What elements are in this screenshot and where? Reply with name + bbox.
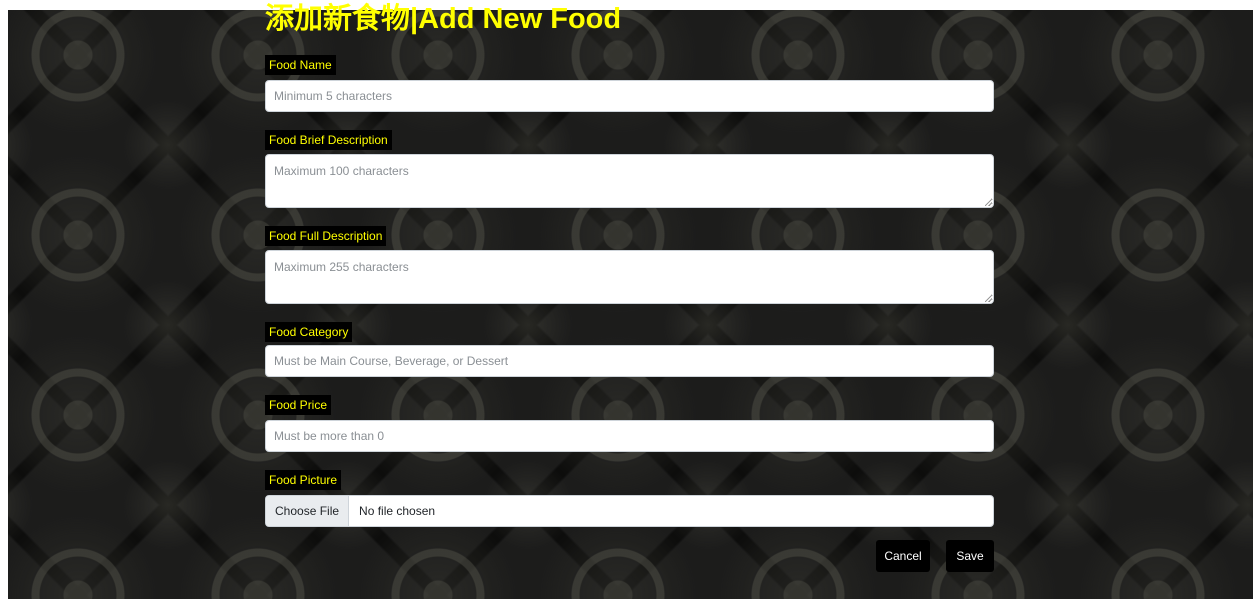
resize-handle-icon[interactable] xyxy=(985,199,992,206)
food-name-label: Food Name xyxy=(265,55,336,75)
brief-description-textarea[interactable] xyxy=(265,154,994,208)
choose-file-button[interactable]: Choose File xyxy=(266,496,350,526)
category-input[interactable] xyxy=(265,345,994,377)
price-input[interactable] xyxy=(265,420,994,452)
page-title: 添加新食物|Add New Food xyxy=(265,3,622,35)
save-button[interactable]: Save xyxy=(946,540,994,572)
brief-description-wrapper xyxy=(265,154,994,208)
resize-handle-icon[interactable] xyxy=(985,295,992,302)
price-label: Food Price xyxy=(265,395,332,415)
cancel-button[interactable]: Cancel xyxy=(876,540,930,572)
page-background: 添加新食物|Add New Food Food Name Food Brief … xyxy=(8,3,1253,599)
picture-file-input[interactable]: Choose File No file chosen xyxy=(265,495,994,527)
food-name-input[interactable] xyxy=(265,80,994,112)
full-description-wrapper xyxy=(265,250,994,304)
file-status-text: No file chosen xyxy=(359,504,436,518)
full-description-label: Food Full Description xyxy=(265,226,387,246)
picture-label: Food Picture xyxy=(265,470,342,490)
brief-description-label: Food Brief Description xyxy=(265,130,392,150)
category-label: Food Category xyxy=(265,322,353,342)
full-description-textarea[interactable] xyxy=(265,250,994,304)
